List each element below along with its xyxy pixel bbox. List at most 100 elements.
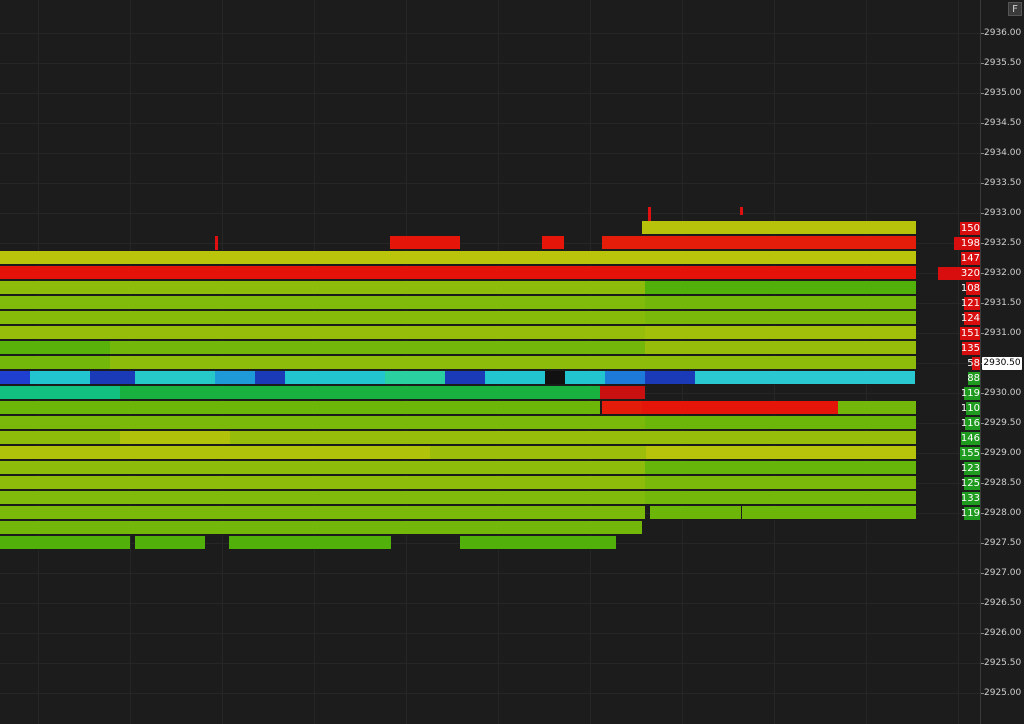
horizontal-grid-line xyxy=(0,123,980,124)
heatmap-cell xyxy=(0,401,600,415)
liquidity-band-cell xyxy=(0,371,30,385)
order-size-label: 146 xyxy=(960,433,980,444)
price-tick-label: 2933.00 xyxy=(981,208,1024,218)
heatmap-cell xyxy=(0,476,645,490)
heatmap-cell xyxy=(135,536,205,550)
heatmap-cell xyxy=(0,491,645,505)
price-tick-label: 2928.00 xyxy=(981,508,1024,518)
heatmap-cell xyxy=(645,281,916,295)
horizontal-grid-line xyxy=(0,33,980,34)
liquidity-band-cell xyxy=(135,371,215,385)
order-size-label: 121 xyxy=(960,298,980,309)
horizontal-grid-line xyxy=(0,63,980,64)
price-tick-label: 2936.00 xyxy=(981,28,1024,38)
price-tick-label: 2930.00 xyxy=(981,388,1024,398)
heatmap-cell xyxy=(110,356,645,370)
liquidity-band-cell xyxy=(255,371,285,385)
horizontal-grid-line xyxy=(0,633,980,634)
heatmap-cell xyxy=(645,311,916,325)
heatmap-cell xyxy=(645,296,916,310)
price-tick-label: 2934.50 xyxy=(981,118,1024,128)
heatmap-cell xyxy=(600,386,645,400)
horizontal-grid-line xyxy=(0,603,980,604)
order-size-label: 133 xyxy=(960,493,980,504)
price-tick-label: 2933.50 xyxy=(981,178,1024,188)
price-tick-label: 2927.00 xyxy=(981,568,1024,578)
order-size-label: 125 xyxy=(960,478,980,489)
price-tick-label: 2928.50 xyxy=(981,478,1024,488)
heatmap-cell xyxy=(0,506,645,520)
horizontal-grid-line xyxy=(0,663,980,664)
liquidity-band-cell xyxy=(215,371,255,385)
liquidity-band-cell xyxy=(565,371,605,385)
heatmap-cell xyxy=(230,431,916,445)
trade-spike xyxy=(648,207,651,221)
order-size-label: 155 xyxy=(960,448,980,459)
heatmap-cell xyxy=(645,416,916,430)
price-tick-label: 2929.50 xyxy=(981,418,1024,428)
heatmap-cell xyxy=(0,521,642,535)
horizontal-grid-line xyxy=(0,573,980,574)
current-price-marker: 2930.50 xyxy=(982,357,1022,370)
order-size-label: 147 xyxy=(960,253,980,264)
horizontal-grid-line xyxy=(0,213,980,214)
order-size-label: 119 xyxy=(960,508,980,519)
order-size-label: 116 xyxy=(960,418,980,429)
horizontal-grid-line xyxy=(0,93,980,94)
liquidity-band-cell xyxy=(30,371,90,385)
order-size-label: 151 xyxy=(960,328,980,339)
heatmap-cell xyxy=(430,446,646,460)
price-tick-label: 2931.00 xyxy=(981,328,1024,338)
order-size-label: 88 xyxy=(967,373,980,384)
heatmap-cell xyxy=(0,281,645,295)
heatmap-cell xyxy=(645,356,916,370)
heatmap-cell xyxy=(0,461,645,475)
heatmap-cell xyxy=(120,386,600,400)
liquidity-band-cell xyxy=(485,371,545,385)
horizontal-grid-line xyxy=(0,183,980,184)
heatmap-cell xyxy=(645,476,916,490)
price-tick-label: 2935.50 xyxy=(981,58,1024,68)
order-size-label: 123 xyxy=(960,463,980,474)
heatmap-cell xyxy=(742,506,916,520)
heatmap-cell xyxy=(645,326,916,340)
order-size-label: 58 xyxy=(967,358,980,369)
liquidity-band-cell xyxy=(545,371,565,385)
panel-toggle-button[interactable]: F xyxy=(1008,2,1022,16)
heatmap-cell xyxy=(642,221,916,235)
price-tick-label: 2925.50 xyxy=(981,658,1024,668)
price-tick-label: 2925.00 xyxy=(981,688,1024,698)
liquidity-band-cell xyxy=(385,371,445,385)
heatmap-cell xyxy=(460,536,616,550)
heatmap-cell xyxy=(0,446,430,460)
horizontal-grid-line xyxy=(0,153,980,154)
heatmap-cell xyxy=(542,236,564,250)
horizontal-grid-line xyxy=(0,693,980,694)
heatmap-cell xyxy=(120,431,230,445)
liquidity-band-cell xyxy=(445,371,485,385)
order-size-label: 110 xyxy=(960,403,980,414)
heatmap-cell xyxy=(0,326,645,340)
order-size-label: 135 xyxy=(960,343,980,354)
heatmap-cell xyxy=(0,341,110,355)
heatmap-cell xyxy=(645,491,916,505)
heatmap-cell xyxy=(0,266,916,280)
heatmap-cell xyxy=(229,536,391,550)
heatmap-cell xyxy=(0,416,645,430)
heatmap-chart-area[interactable] xyxy=(0,0,980,724)
heatmap-cell xyxy=(0,251,916,265)
price-tick-label: 2932.00 xyxy=(981,268,1024,278)
heatmap-cell xyxy=(0,536,130,550)
liquidity-band-cell xyxy=(695,371,915,385)
heatmap-cell xyxy=(0,386,120,400)
price-tick-label: 2929.00 xyxy=(981,448,1024,458)
price-tick-label: 2926.50 xyxy=(981,598,1024,608)
order-size-label: 320 xyxy=(960,268,980,279)
liquidity-band-cell xyxy=(285,371,385,385)
price-tick-label: 2926.00 xyxy=(981,628,1024,638)
heatmap-cell xyxy=(650,506,741,520)
heatmap-cell xyxy=(642,401,838,415)
price-tick-label: 2927.50 xyxy=(981,538,1024,548)
heatmap-cell xyxy=(0,431,120,445)
heatmap-cell xyxy=(0,356,110,370)
